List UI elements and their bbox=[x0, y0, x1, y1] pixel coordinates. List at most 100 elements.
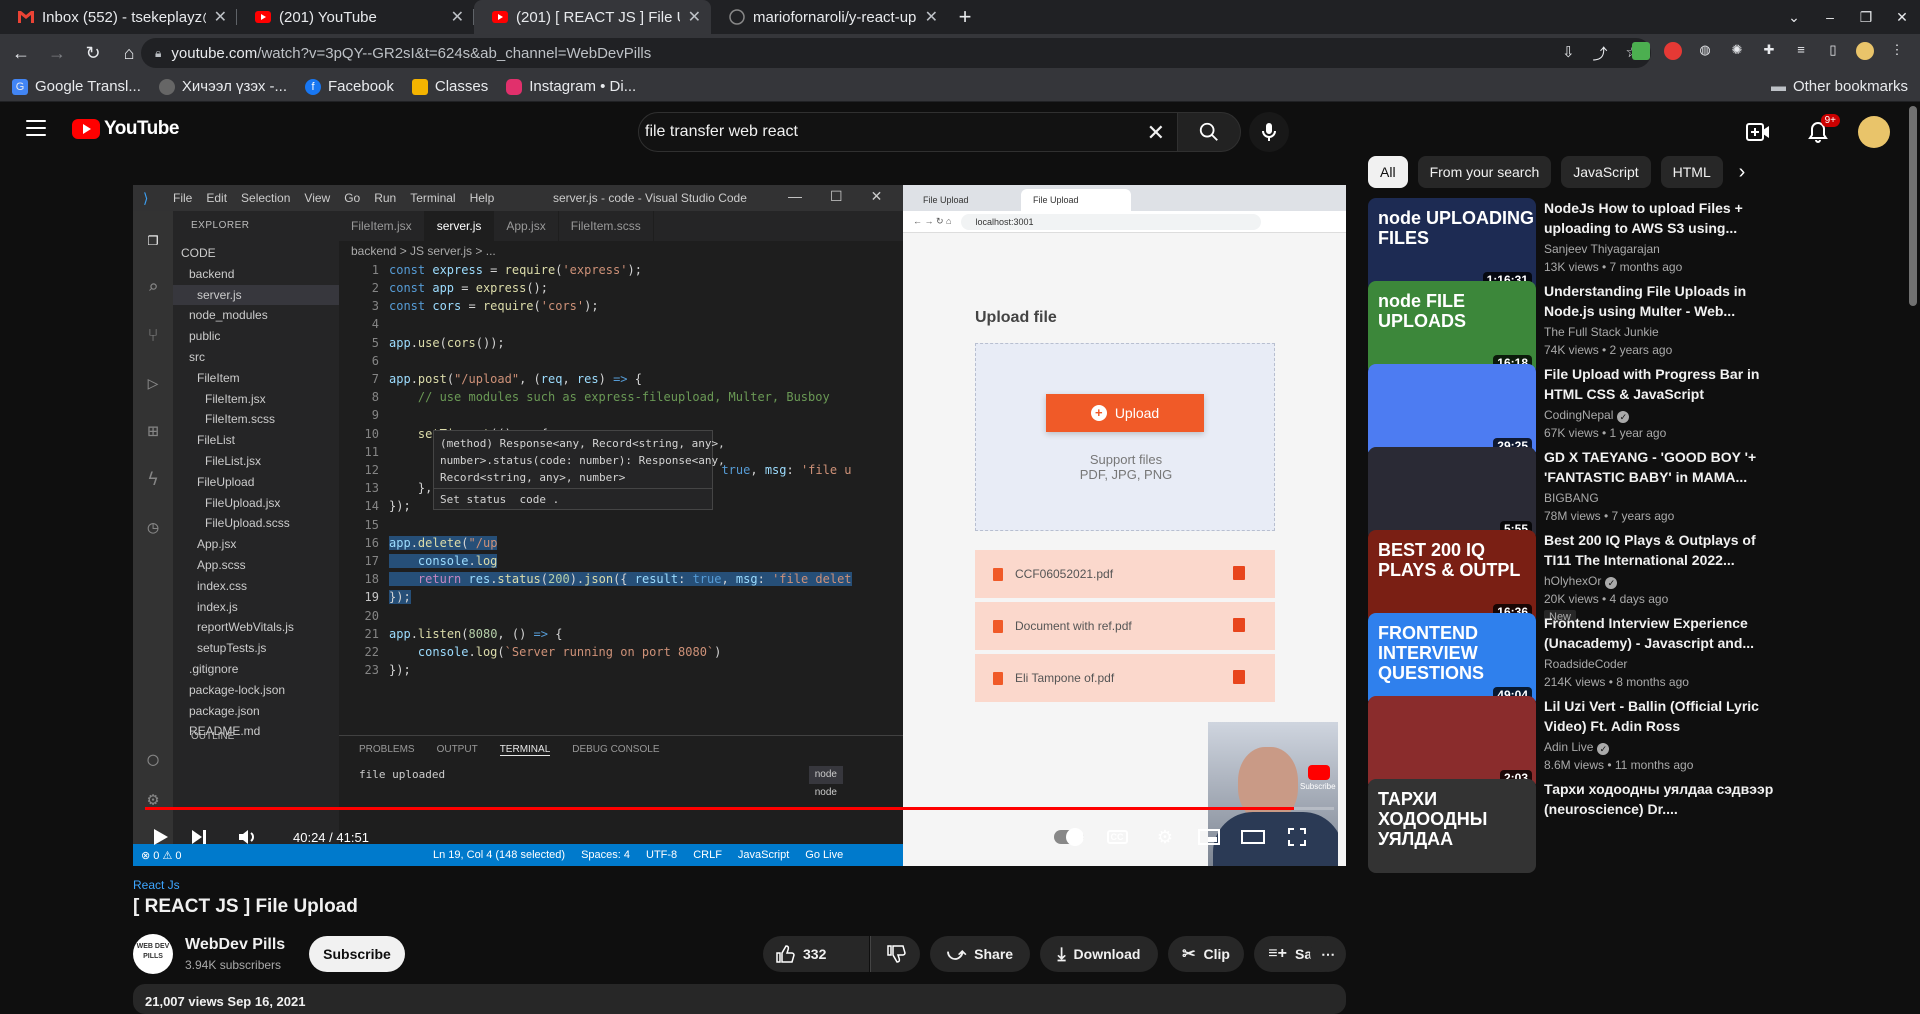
like-count: 332 bbox=[803, 946, 827, 962]
theater-mode-button[interactable] bbox=[1235, 821, 1271, 853]
file-icon bbox=[993, 671, 1003, 685]
reload-icon[interactable]: ↻ bbox=[78, 43, 108, 64]
next-button[interactable] bbox=[181, 821, 217, 853]
youtube-logo[interactable]: YouTube bbox=[72, 118, 179, 140]
run-debug-icon: ▷ bbox=[147, 372, 159, 394]
browser-tab[interactable]: Inbox (552) - tsekeplayz@ ✕ bbox=[0, 0, 237, 34]
video-thumbnail[interactable]: node UPLOADING FILES 1:16:31 bbox=[1368, 198, 1536, 292]
progress-bar[interactable] bbox=[145, 807, 1334, 810]
notifications-button[interactable]: 9+ bbox=[1798, 112, 1840, 152]
install-icon[interactable]: ⇩ bbox=[1562, 43, 1575, 64]
close-tab-icon[interactable]: ✕ bbox=[214, 7, 227, 27]
autoplay-toggle-icon bbox=[1054, 828, 1084, 846]
tree-item: FileItem.jsx bbox=[205, 391, 266, 406]
browser-tab-active[interactable]: (201) [ REACT JS ] File Upl ✕ bbox=[474, 0, 711, 34]
video-hashtag[interactable]: React Js bbox=[133, 878, 180, 892]
bookmark-lessons[interactable]: Хичээл үзэх -... bbox=[158, 78, 287, 95]
bookmark-facebook[interactable]: f Facebook bbox=[305, 78, 394, 95]
other-bookmarks[interactable]: ▬ Other bookmarks bbox=[1771, 78, 1908, 95]
subscribe-button[interactable]: Subscribe bbox=[309, 936, 405, 972]
chip-from-search[interactable]: From your search bbox=[1417, 156, 1552, 188]
extension-icon[interactable] bbox=[1632, 42, 1650, 60]
extension-icon[interactable]: ✺ bbox=[1728, 42, 1746, 60]
video-player[interactable]: ⟩ File Edit Selection View Go Run Termin… bbox=[133, 185, 1346, 866]
share-icon[interactable]: ⤴ bbox=[1593, 43, 1608, 64]
sidepanel-icon[interactable]: ▯ bbox=[1824, 42, 1842, 60]
close-tab-icon[interactable]: ✕ bbox=[688, 7, 701, 27]
clear-search-icon[interactable]: ✕ bbox=[1147, 120, 1165, 146]
video-thumbnail[interactable]: FRONTEND INTERVIEW QUESTIONS 49:04 bbox=[1368, 613, 1536, 707]
chip-html[interactable]: HTML bbox=[1660, 156, 1723, 188]
puzzle-icon[interactable]: ✚ bbox=[1760, 42, 1778, 60]
browser-tab[interactable]: mariofornaroli/y-react-up ✕ bbox=[711, 0, 948, 34]
channel-avatar[interactable]: WEB DEV PILLS bbox=[133, 934, 173, 974]
account-avatar[interactable] bbox=[1858, 116, 1890, 148]
like-button[interactable]: 332 bbox=[763, 936, 869, 972]
voice-search-button[interactable] bbox=[1249, 112, 1289, 152]
bookmark-classes[interactable]: Classes bbox=[411, 78, 488, 95]
tab-search-icon[interactable]: ⌄ bbox=[1776, 9, 1812, 26]
clip-button[interactable]: ✂ Clip bbox=[1168, 936, 1244, 972]
next-icon bbox=[192, 830, 206, 844]
related-video[interactable]: 29:25 File Upload with Progress Bar in HT… bbox=[1368, 364, 1788, 458]
download-button[interactable]: ⤓ Download bbox=[1040, 936, 1158, 972]
bookmark-instagram[interactable]: Instagram • Di... bbox=[506, 78, 636, 95]
chevron-right-icon[interactable]: › bbox=[1739, 161, 1746, 184]
fullscreen-button[interactable] bbox=[1279, 821, 1315, 853]
minimize-icon[interactable]: – bbox=[1812, 9, 1848, 25]
browser-tab[interactable]: (201) YouTube ✕ bbox=[237, 0, 474, 34]
extension-icon[interactable] bbox=[1664, 42, 1682, 60]
home-icon[interactable]: ⌂ bbox=[114, 43, 144, 64]
chip-all[interactable]: All bbox=[1368, 156, 1408, 188]
related-video-title: Lil Uzi Vert - Ballin (Official Lyric Vi… bbox=[1544, 698, 1759, 734]
search-button[interactable] bbox=[1177, 112, 1241, 152]
description-box[interactable]: 21,007 views Sep 16, 2021 bbox=[133, 984, 1346, 1014]
new-tab-button[interactable]: + bbox=[948, 0, 982, 34]
close-tab-icon[interactable]: ✕ bbox=[451, 7, 464, 27]
channel-name[interactable]: WebDev Pills bbox=[185, 936, 285, 954]
video-thumbnail[interactable]: node FILE UPLOADS 16:18 bbox=[1368, 281, 1536, 375]
settings-button[interactable]: ⚙ bbox=[1147, 821, 1183, 853]
close-window-icon[interactable]: ✕ bbox=[1884, 9, 1920, 26]
dislike-button[interactable] bbox=[870, 936, 920, 972]
address-bar[interactable]: 🔒︎ youtube.com/watch?v=3pQY--GR2sI&t=624… bbox=[141, 38, 1651, 68]
search-input[interactable] bbox=[645, 123, 1115, 141]
playlist-icon[interactable]: ≡ bbox=[1792, 42, 1810, 60]
menu-kebab-icon[interactable]: ⋮ bbox=[1888, 42, 1906, 60]
video-thumbnail[interactable]: ТАРХИ ХОДООДНЫ УЯЛДАА bbox=[1368, 779, 1536, 873]
related-video[interactable]: node FILE UPLOADS 16:18 Understanding File… bbox=[1368, 281, 1788, 375]
bookmark-google-translate[interactable]: G Google Transl... bbox=[12, 78, 141, 95]
related-video[interactable]: FRONTEND INTERVIEW QUESTIONS 49:04 Fronten… bbox=[1368, 613, 1788, 707]
page-scrollbar[interactable] bbox=[1906, 102, 1920, 1003]
vscode-menubar: ⟩ File Edit Selection View Go Run Termin… bbox=[133, 185, 903, 211]
profile-avatar-icon[interactable] bbox=[1856, 42, 1874, 60]
play-button[interactable] bbox=[143, 821, 179, 853]
back-icon[interactable]: ← bbox=[6, 43, 36, 64]
vscode-window-controls: — ☐ ✕ bbox=[788, 188, 883, 204]
scrollbar-thumb[interactable] bbox=[1909, 106, 1917, 306]
related-video[interactable]: BEST 200 IQ PLAYS & OUTPL 16:36 Best 200 I… bbox=[1368, 530, 1788, 624]
volume-button[interactable] bbox=[229, 821, 265, 853]
tree-item: App.jsx bbox=[197, 537, 237, 552]
video-thumbnail[interactable]: BEST 200 IQ PLAYS & OUTPL 16:36 bbox=[1368, 530, 1536, 624]
forward-icon[interactable]: → bbox=[42, 43, 72, 64]
globe-icon[interactable]: ◍ bbox=[1696, 42, 1714, 60]
chip-javascript[interactable]: JavaScript bbox=[1561, 156, 1651, 188]
more-actions-button[interactable]: ⋯ bbox=[1310, 936, 1346, 972]
create-button[interactable] bbox=[1738, 112, 1778, 152]
video-thumbnail[interactable]: 5:55 bbox=[1368, 447, 1536, 541]
related-video[interactable]: node UPLOADING FILES 1:16:31 NodeJs How to… bbox=[1368, 198, 1788, 292]
restore-icon[interactable]: ❐ bbox=[1848, 9, 1884, 26]
captions-button[interactable]: CC bbox=[1099, 821, 1135, 853]
close-tab-icon[interactable]: ✕ bbox=[925, 7, 938, 27]
video-thumbnail[interactable]: 29:25 bbox=[1368, 364, 1536, 458]
menu-icon[interactable] bbox=[26, 120, 46, 136]
thumbnail-text: ТАРХИ ХОДООДНЫ УЯЛДАА bbox=[1378, 789, 1488, 849]
autoplay-toggle[interactable] bbox=[1051, 821, 1087, 853]
video-thumbnail[interactable]: 2:03 bbox=[1368, 696, 1536, 790]
share-button[interactable]: ⤻ Share bbox=[930, 936, 1030, 972]
related-video[interactable]: 2:03 Lil Uzi Vert - Ballin (Official Lyri… bbox=[1368, 696, 1788, 790]
related-video[interactable]: 5:55 GD X TAEYANG - 'GOOD BOY '+ 'FANTAST… bbox=[1368, 447, 1788, 541]
related-video[interactable]: ТАРХИ ХОДООДНЫ УЯЛДАА Тархи ходоодны уялд… bbox=[1368, 779, 1788, 873]
miniplayer-button[interactable] bbox=[1191, 821, 1227, 853]
